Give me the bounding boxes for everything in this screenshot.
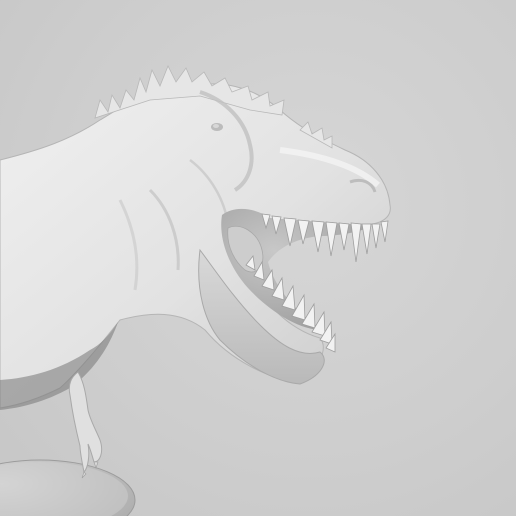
render-viewport xyxy=(0,0,516,516)
t-rex-model-render xyxy=(0,65,391,516)
display-base xyxy=(0,459,136,516)
